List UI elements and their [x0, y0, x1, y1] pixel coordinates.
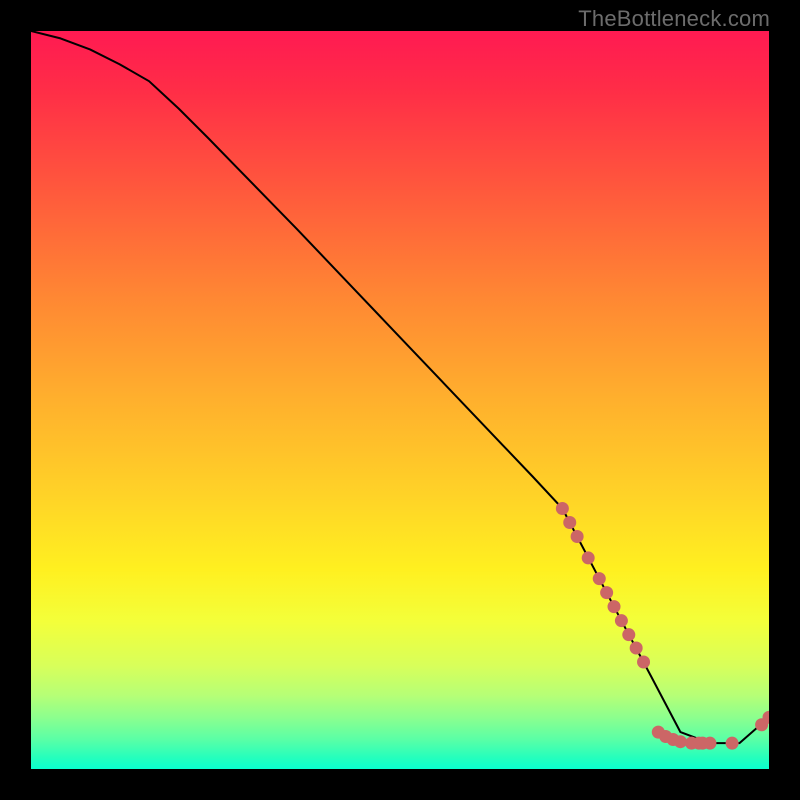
marker-dot — [630, 641, 643, 654]
marker-dot — [615, 614, 628, 627]
plot-area — [31, 31, 769, 769]
marker-dot — [582, 551, 595, 564]
marker-dot — [556, 502, 569, 515]
watermark-text: TheBottleneck.com — [578, 6, 770, 32]
marker-dot — [563, 516, 576, 529]
marker-dot — [593, 572, 606, 585]
marker-dot — [703, 737, 716, 750]
marker-dot — [608, 600, 621, 613]
plot-svg — [31, 31, 769, 769]
marker-dot — [637, 655, 650, 668]
marker-dot — [600, 586, 613, 599]
curve-line — [31, 31, 769, 743]
marker-dot — [571, 530, 584, 543]
marker-dot — [622, 628, 635, 641]
curve-markers — [556, 502, 769, 750]
chart-stage: TheBottleneck.com — [0, 0, 800, 800]
marker-dot — [726, 737, 739, 750]
marker-dot — [674, 735, 687, 748]
